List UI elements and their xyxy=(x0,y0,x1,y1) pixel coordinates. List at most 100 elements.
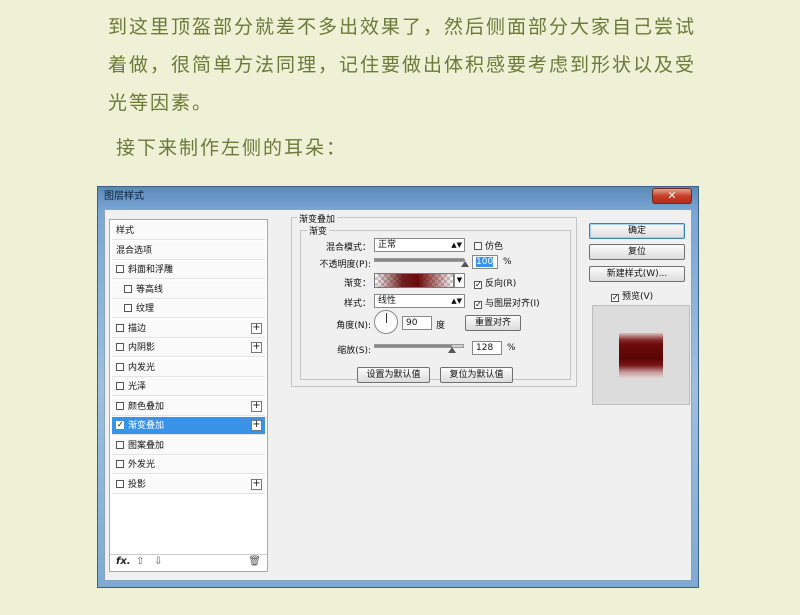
style-list-item-label: 渐变叠加 xyxy=(128,421,165,431)
style-list-item[interactable]: 内阴影 + xyxy=(112,339,265,357)
align-with-layer-checkbox[interactable]: ✓ 与图层对齐(I) xyxy=(474,296,540,309)
scale-slider[interactable] xyxy=(374,344,464,353)
article-text: 到这里顶盔部分就差不多出效果了，然后侧面部分大家自己尝试 着做，很简单方法同理，… xyxy=(108,8,708,122)
add-instance-icon[interactable]: + xyxy=(251,322,262,334)
scale-label: 缩放(S): xyxy=(337,346,371,356)
style-list-item[interactable]: 描边 + xyxy=(112,319,265,338)
move-down-icon[interactable]: ⇩ xyxy=(154,556,162,567)
style-list-item-label: 样式 xyxy=(116,226,135,236)
reverse-checkbox-box[interactable]: ✓ xyxy=(474,281,482,289)
style-checkbox[interactable] xyxy=(116,343,124,351)
article-line-3: 光等因素。 xyxy=(108,92,214,114)
reset-button[interactable]: 复位 xyxy=(589,244,685,260)
angle-label: 角度(N): xyxy=(336,321,371,331)
align-checkbox-box[interactable]: ✓ xyxy=(474,301,482,309)
preview-swatch xyxy=(619,333,663,379)
opacity-slider[interactable] xyxy=(374,258,469,267)
style-list-item[interactable]: 投影 + xyxy=(112,475,265,494)
dither-checkbox[interactable]: 仿色 xyxy=(474,239,503,252)
style-list-item[interactable]: ✓ 渐变叠加 + xyxy=(112,417,265,435)
style-list-item[interactable]: 斜面和浮雕 xyxy=(112,261,265,279)
reset-alignment-button[interactable]: 重置对齐 xyxy=(465,315,521,331)
style-list-item-label: 内阴影 xyxy=(128,343,156,353)
article-line-1: 到这里顶盔部分就差不多出效果了，然后侧面部分大家自己尝试 xyxy=(108,16,697,38)
close-button[interactable]: ✕ xyxy=(652,188,692,204)
style-list-item-label: 图案叠加 xyxy=(128,440,165,451)
style-checkbox[interactable] xyxy=(116,362,124,371)
style-checkbox[interactable] xyxy=(116,401,124,410)
angle-unit: 度 xyxy=(436,321,446,331)
make-default-button[interactable]: 设置为默认值 xyxy=(357,367,430,383)
style-list-item-label: 混合选项 xyxy=(116,245,153,256)
opacity-unit: % xyxy=(503,257,512,267)
preview-checkbox-box[interactable]: ✓ xyxy=(611,294,619,302)
move-up-icon[interactable]: ⇧ xyxy=(136,556,144,567)
angle-input[interactable]: 90 xyxy=(402,316,432,330)
scale-unit: % xyxy=(507,343,516,353)
style-list-item-label: 纹理 xyxy=(136,304,155,314)
style-list-item-label: 光泽 xyxy=(128,382,147,392)
trash-icon[interactable]: 🗑 xyxy=(248,556,261,567)
preview-label: 预览(V) xyxy=(622,292,654,302)
style-list-item-label: 投影 xyxy=(128,479,147,490)
add-instance-icon[interactable]: + xyxy=(251,478,262,490)
blend-mode-select[interactable]: 正常 ▲▼ xyxy=(374,238,465,252)
opacity-value: 100 xyxy=(476,257,494,267)
style-list-item[interactable]: 光泽 xyxy=(112,378,265,396)
style-list-item-label: 内发光 xyxy=(128,362,156,373)
style-checkbox[interactable] xyxy=(116,323,124,332)
gradient-dropdown-icon[interactable]: ▼ xyxy=(454,273,465,288)
style-checkbox[interactable] xyxy=(116,460,124,468)
preview-checkbox[interactable]: ✓ 预览(V) xyxy=(611,289,653,302)
add-instance-icon[interactable]: + xyxy=(251,420,262,431)
angle-dial[interactable] xyxy=(374,310,398,334)
opacity-slider-thumb[interactable] xyxy=(461,261,469,267)
ok-button[interactable]: 确定 xyxy=(589,223,685,239)
fx-icon[interactable]: fx. xyxy=(116,556,131,567)
dither-checkbox-box[interactable] xyxy=(474,242,482,250)
dialog-client: 样式混合选项斜面和浮雕等高线纹理描边 + 内阴影 + 内发光光泽颜色叠加 + ✓ 渐变叠加 + 图… xyxy=(104,209,692,581)
chevron-down-icon: ▲▼ xyxy=(451,241,462,249)
add-instance-icon[interactable]: + xyxy=(251,400,262,412)
angle-dial-needle xyxy=(386,313,387,323)
scale-slider-fill xyxy=(375,345,452,347)
style-list-item[interactable]: 纹理 xyxy=(112,300,265,318)
opacity-input[interactable]: 100 xyxy=(472,255,498,269)
scale-value: 128 xyxy=(476,343,494,353)
reverse-checkbox[interactable]: ✓ 反向(R) xyxy=(474,276,516,289)
scale-slider-thumb[interactable] xyxy=(447,347,456,353)
reset-to-default-button[interactable]: 复位为默认值 xyxy=(440,367,513,383)
gradient-picker[interactable]: ▼ xyxy=(374,273,465,288)
style-checkbox[interactable] xyxy=(116,440,124,449)
dither-label: 仿色 xyxy=(485,242,504,252)
gradient-subgroup-title: 渐变 xyxy=(307,224,330,237)
new-style-button[interactable]: 新建样式(W)... xyxy=(589,266,685,282)
style-value: 线性 xyxy=(378,296,397,306)
style-checkbox[interactable]: ✓ xyxy=(116,421,124,429)
blend-mode-value: 正常 xyxy=(378,240,397,250)
style-list-item[interactable]: 图案叠加 xyxy=(112,436,265,455)
style-checkbox[interactable] xyxy=(116,479,124,488)
style-checkbox[interactable] xyxy=(116,382,124,390)
gradient-label: 渐变： xyxy=(343,279,371,289)
add-instance-icon[interactable]: + xyxy=(251,342,262,353)
style-list-item-label: 等高线 xyxy=(136,284,164,295)
style-select[interactable]: 线性 ▲▼ xyxy=(374,294,465,308)
blend-mode-label: 混合模式： xyxy=(325,243,371,253)
style-list: 样式混合选项斜面和浮雕等高线纹理描边 + 内阴影 + 内发光光泽颜色叠加 + ✓ 渐变叠加 + 图… xyxy=(109,219,268,572)
style-list-item-label: 描边 xyxy=(128,323,147,334)
reverse-label: 反向(R) xyxy=(485,279,517,289)
opacity-label: 不透明度(P): xyxy=(319,260,371,270)
style-list-item[interactable]: 外发光 xyxy=(112,456,265,474)
scale-input[interactable]: 128 xyxy=(472,341,502,355)
style-list-item[interactable]: 内发光 xyxy=(112,358,265,377)
style-list-item[interactable]: 颜色叠加 + xyxy=(112,397,265,416)
style-preview xyxy=(592,305,690,405)
style-list-item[interactable]: 样式 xyxy=(112,222,265,240)
style-list-item[interactable]: 等高线 xyxy=(112,280,265,299)
style-checkbox[interactable] xyxy=(124,304,132,312)
style-list-item[interactable]: 混合选项 xyxy=(112,241,265,260)
style-checkbox[interactable] xyxy=(124,284,132,293)
style-checkbox[interactable] xyxy=(116,265,124,273)
chevron-down-icon: ▲▼ xyxy=(451,297,462,305)
